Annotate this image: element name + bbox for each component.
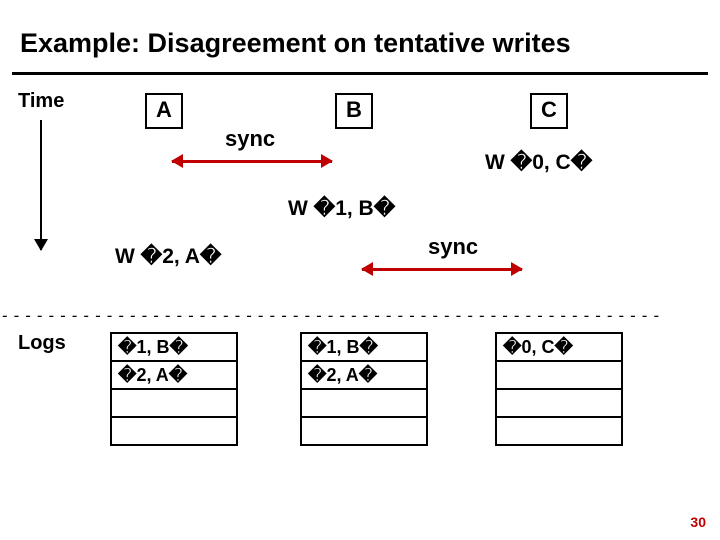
slide: Example: Disagreement on tentative write… — [0, 0, 720, 540]
section-separator: ----------------------------------------… — [0, 306, 720, 325]
log-table-b: �1, B� �2, A� — [300, 332, 428, 446]
log-table-c: �0, C� — [495, 332, 623, 446]
log-cell: �2, A� — [111, 361, 237, 389]
sync-arrow-bc-icon — [362, 268, 522, 271]
log-cell — [496, 389, 622, 417]
log-cell — [111, 389, 237, 417]
log-cell — [301, 389, 427, 417]
log-cell — [496, 361, 622, 389]
time-label: Time — [18, 90, 64, 113]
log-cell: �0, C� — [496, 333, 622, 361]
node-b-box: B — [335, 93, 373, 129]
log-cell — [111, 417, 237, 445]
node-c-box: C — [530, 93, 568, 129]
log-cell — [301, 417, 427, 445]
log-table-a: �1, B� �2, A� — [110, 332, 238, 446]
event-w1b: W �1, B� — [288, 196, 395, 221]
sync-arrow-ab-icon — [172, 160, 332, 163]
sync-label-ab: sync — [225, 126, 275, 152]
log-cell: �1, B� — [111, 333, 237, 361]
title-divider — [12, 72, 708, 75]
node-a-box: A — [145, 93, 183, 129]
logs-label: Logs — [18, 332, 66, 355]
sync-label-bc: sync — [428, 234, 478, 260]
slide-title: Example: Disagreement on tentative write… — [20, 28, 571, 59]
event-w0c: W �0, C� — [485, 150, 592, 175]
log-cell — [496, 417, 622, 445]
event-w2a: W �2, A� — [115, 244, 221, 269]
log-cell: �1, B� — [301, 333, 427, 361]
page-number: 30 — [690, 514, 706, 530]
log-cell: �2, A� — [301, 361, 427, 389]
time-arrow-icon — [40, 120, 42, 250]
